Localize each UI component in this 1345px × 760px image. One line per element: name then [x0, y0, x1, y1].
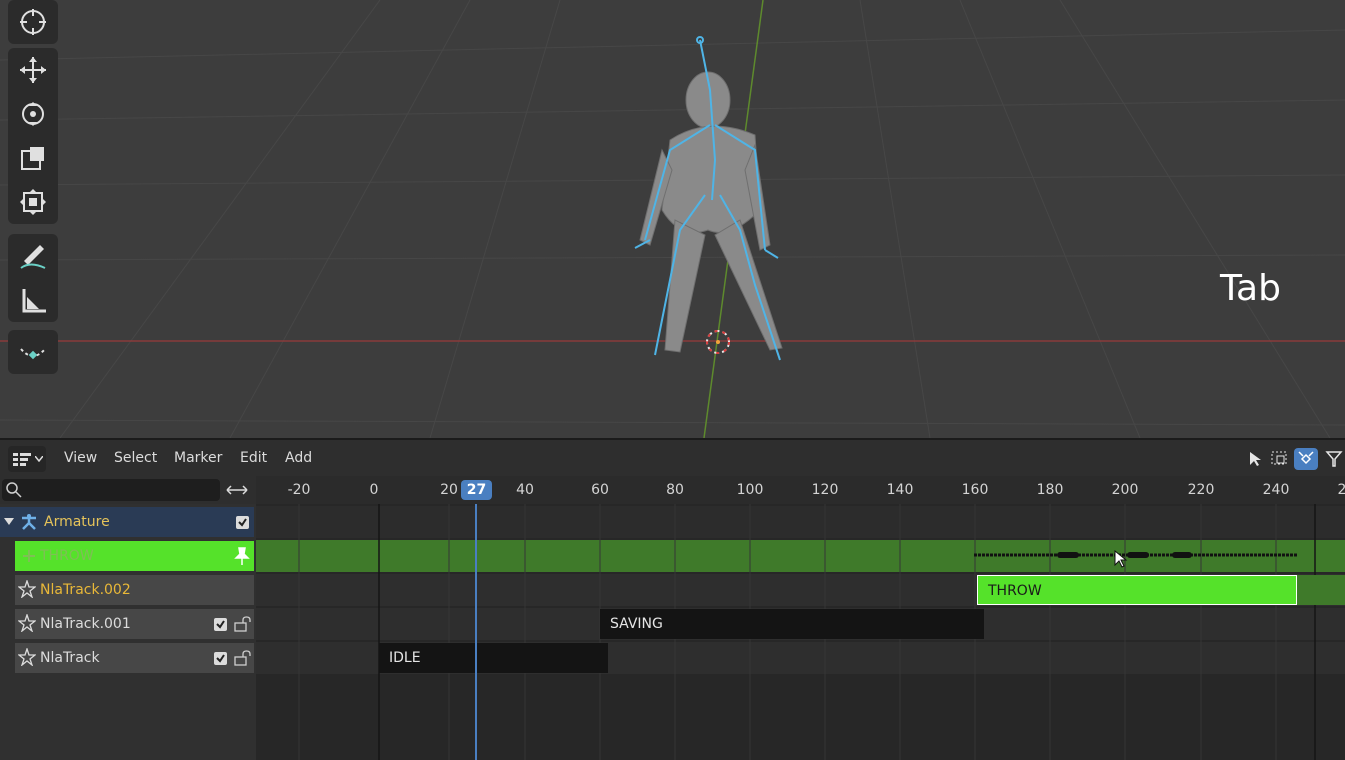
armature-visibility-checkbox[interactable] — [236, 516, 249, 529]
box-select-icon — [1271, 451, 1287, 465]
channel-label: THROW — [40, 548, 94, 564]
channel-list: Armature THROW NlaTrack.002 NlaTrack.001… — [0, 504, 256, 760]
action-icon — [23, 550, 35, 562]
strip-throw-extension — [1297, 575, 1345, 605]
playhead-line[interactable] — [475, 504, 477, 760]
add-curve-icon — [20, 348, 46, 360]
track-mute-checkbox[interactable] — [214, 618, 227, 631]
channel-action-throw[interactable]: THROW — [15, 541, 254, 571]
star-icon[interactable] — [18, 648, 36, 666]
rotate-icon — [22, 102, 44, 126]
rotate-tool-button[interactable] — [8, 92, 58, 136]
channel-nlatrack-002[interactable]: NlaTrack.002 — [15, 575, 254, 605]
select-box-button[interactable] — [1268, 448, 1292, 470]
strip-idle[interactable]: IDLE — [379, 643, 608, 673]
tick-label: 100 — [736, 482, 764, 498]
3d-cursor-icon — [706, 330, 730, 354]
tick-label: 40 — [516, 482, 534, 498]
keyframe-snap-icon — [1298, 451, 1314, 465]
cursor-icon — [20, 9, 46, 35]
annotate-icon — [20, 245, 46, 269]
menu-view[interactable]: View — [64, 440, 97, 476]
editor-type-dropdown[interactable] — [8, 446, 46, 472]
select-tweak-button[interactable] — [1244, 448, 1268, 470]
add-curve-tool-button[interactable] — [8, 330, 58, 374]
filter-button[interactable] — [1322, 448, 1345, 470]
menu-marker[interactable]: Marker — [174, 440, 222, 476]
track-mute-checkbox[interactable] — [214, 652, 227, 665]
channel-label: NlaTrack.002 — [40, 582, 131, 598]
tick-label: 60 — [591, 482, 609, 498]
tick-label: 140 — [886, 482, 914, 498]
menu-edit[interactable]: Edit — [240, 440, 267, 476]
menu-select[interactable]: Select — [114, 440, 157, 476]
scale-icon — [21, 147, 44, 170]
move-tool-button[interactable] — [8, 48, 58, 92]
tick-label: 0 — [369, 482, 379, 498]
transform-tool-group — [8, 48, 58, 224]
cursor-tool-group — [8, 0, 58, 44]
strip-saving[interactable]: SAVING — [600, 609, 984, 639]
tick-label: 80 — [666, 482, 684, 498]
3d-viewport[interactable]: Tab — [0, 0, 1345, 438]
channel-label: NlaTrack — [40, 650, 100, 666]
action-keyframes[interactable] — [972, 548, 1300, 564]
keystroke-overlay: Tab — [1220, 268, 1281, 309]
tick-label: -20 — [287, 482, 311, 498]
tick-label: 160 — [961, 482, 989, 498]
nla-header: View Select Marker Edit Add — [0, 440, 1345, 476]
current-frame-indicator[interactable]: 27 — [461, 480, 492, 500]
nla-strips-area[interactable]: THROW SAVING IDLE — [256, 504, 1345, 760]
checkmark-icon — [216, 620, 225, 629]
nla-editor-icon — [12, 453, 31, 466]
channel-search-row — [0, 476, 256, 504]
expand-arrow-icon — [4, 518, 14, 525]
curve-tool-group — [8, 330, 58, 374]
swap-filter-button[interactable] — [222, 479, 252, 501]
pointer-icon — [1250, 452, 1261, 466]
tick-label: 220 — [1187, 482, 1215, 498]
transform-icon — [20, 189, 46, 215]
channel-nlatrack[interactable]: NlaTrack — [15, 643, 254, 673]
cursor-tool-button[interactable] — [8, 0, 58, 44]
star-icon[interactable] — [18, 614, 36, 632]
mouse-pointer-icon — [1114, 550, 1128, 568]
channel-label: NlaTrack.001 — [40, 616, 131, 632]
swap-arrows-icon — [226, 485, 248, 495]
strip-throw[interactable]: THROW — [977, 575, 1297, 605]
filter-icon — [1325, 451, 1343, 467]
annotate-tool-button[interactable] — [8, 234, 58, 278]
tick-label: 120 — [811, 482, 839, 498]
armature-icon — [22, 514, 36, 530]
measure-tool-button[interactable] — [8, 278, 58, 322]
tick-label: 180 — [1036, 482, 1064, 498]
tick-label: 2 — [1337, 482, 1345, 498]
checkmark-icon — [216, 654, 225, 663]
star-icon[interactable] — [18, 580, 36, 598]
channel-armature[interactable]: Armature — [0, 507, 254, 537]
pin-icon[interactable] — [233, 546, 251, 566]
tick-label: 240 — [1262, 482, 1290, 498]
menu-add[interactable]: Add — [285, 440, 312, 476]
tick-label: 20 — [440, 482, 458, 498]
search-input[interactable] — [2, 479, 220, 501]
frame-ruler[interactable]: -20 0 20 40 60 80 100 120 140 160 180 20… — [256, 476, 1345, 504]
chevron-down-icon — [34, 456, 43, 462]
measure-icon — [22, 289, 46, 313]
snap-toggle-button[interactable] — [1294, 448, 1318, 470]
checkmark-icon — [238, 518, 247, 527]
tick-label: 200 — [1111, 482, 1139, 498]
channel-label: Armature — [44, 514, 110, 530]
search-icon — [6, 482, 22, 498]
transform-tool-button[interactable] — [8, 180, 58, 224]
nla-editor: View Select Marker Edit Add -20 0 20 40 … — [0, 440, 1345, 760]
channel-nlatrack-001[interactable]: NlaTrack.001 — [15, 609, 254, 639]
unlocked-icon[interactable] — [234, 616, 252, 632]
move-icon — [20, 57, 46, 83]
scale-tool-button[interactable] — [8, 136, 58, 180]
annotate-tool-group — [8, 234, 58, 322]
unlocked-icon[interactable] — [234, 650, 252, 666]
armature-character[interactable] — [610, 30, 810, 375]
